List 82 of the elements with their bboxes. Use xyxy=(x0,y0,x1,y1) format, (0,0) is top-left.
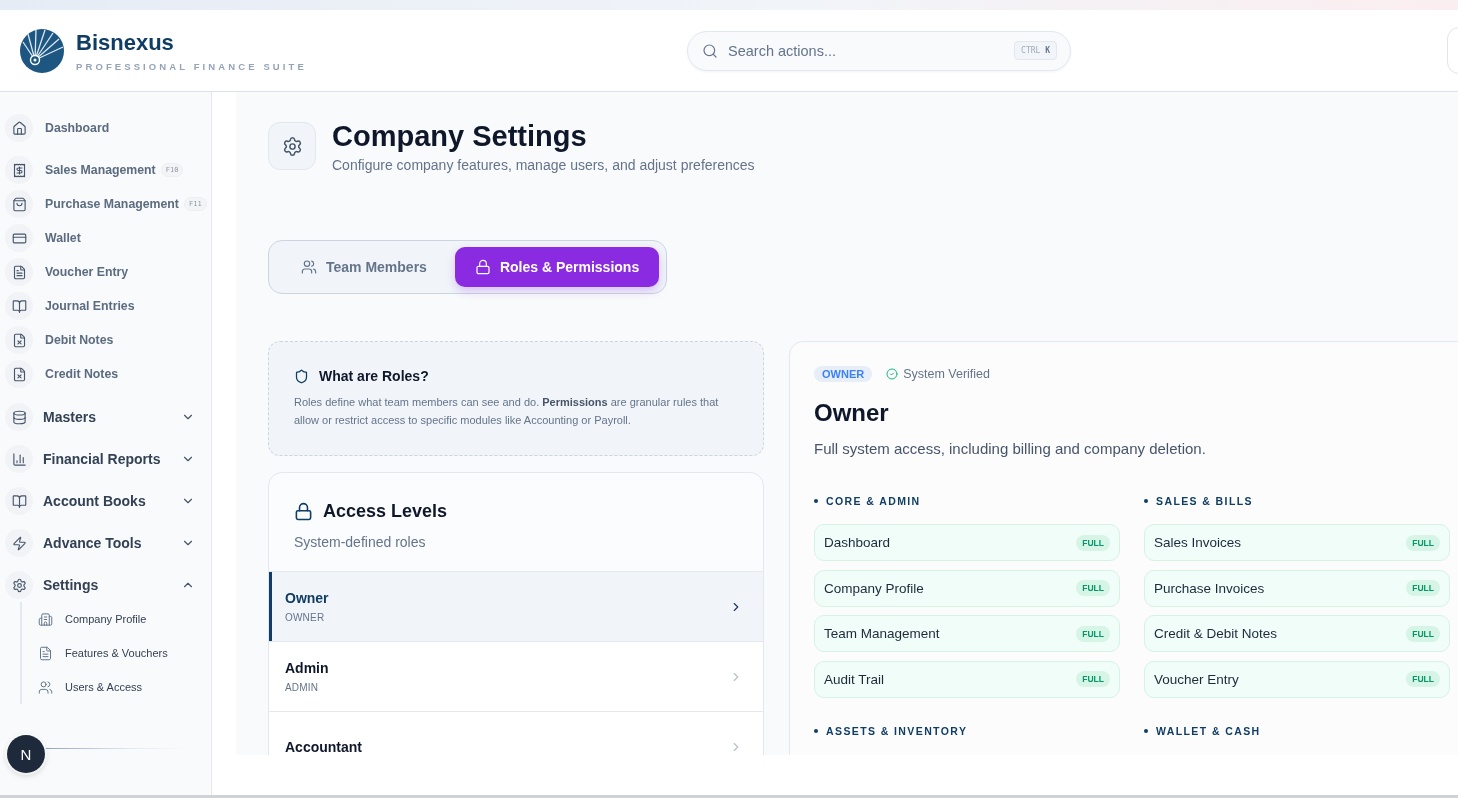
page-title: Company Settings xyxy=(332,119,588,154)
dot-icon xyxy=(1144,499,1148,503)
logo-icon xyxy=(20,28,64,73)
permission-name: Voucher Entry xyxy=(1154,671,1239,687)
receipt-icon xyxy=(5,156,33,184)
database-icon xyxy=(5,403,33,431)
section-title: SALES & BILLS xyxy=(1156,495,1253,507)
file-x-icon xyxy=(5,360,33,388)
sidebar-group[interactable]: Account Books xyxy=(5,480,195,522)
info-title: What are Roles? xyxy=(319,368,429,384)
dot-icon xyxy=(814,728,818,733)
dot-icon xyxy=(1144,728,1148,733)
role-title: Owner xyxy=(814,399,890,427)
shortcut-key: CTRL K xyxy=(1014,41,1057,60)
access-badge: FULL xyxy=(1076,671,1110,687)
lock-icon xyxy=(294,502,313,521)
tab[interactable]: Team Members xyxy=(281,247,447,287)
document-icon xyxy=(38,645,53,661)
check-circle-icon xyxy=(886,368,899,380)
sidebar-group[interactable]: Advance Tools xyxy=(5,522,195,564)
sidebar-link[interactable]: Purchase Management xyxy=(5,190,179,218)
role-badge: OWNER xyxy=(814,366,873,382)
bar-chart-icon xyxy=(5,445,33,473)
dot-icon xyxy=(814,499,818,503)
permission-name: Team Management xyxy=(824,626,940,641)
book-icon xyxy=(5,487,33,515)
sidebar-link[interactable]: Debit Notes xyxy=(5,326,114,354)
section-title: WALLET & CASH xyxy=(1156,724,1261,737)
verified-label: System Verified xyxy=(903,367,990,381)
access-badge: FULL xyxy=(1406,534,1440,551)
access-badge: FULL xyxy=(1406,671,1440,687)
tab[interactable]: Roles & Permissions xyxy=(454,247,660,287)
sidebar-group[interactable]: Financial Reports xyxy=(5,438,195,480)
settings-icon xyxy=(268,122,316,170)
page-subtitle: Configure company features, manage users, and adjust preferences xyxy=(332,157,755,173)
role-description: Full system access, including billing and company deletion. xyxy=(814,440,1207,457)
role-item[interactable]: Owner OWNER xyxy=(269,571,763,641)
card-subtitle: System-defined roles xyxy=(294,534,427,550)
sidebar-link[interactable]: Credit Notes xyxy=(5,360,119,388)
users-icon xyxy=(38,679,53,695)
permission-name: Company Profile xyxy=(824,580,924,596)
sidebar-link[interactable]: Sales Management xyxy=(5,156,156,184)
sidebar-sublink[interactable]: Users & Access xyxy=(38,670,211,704)
section-title: CORE & ADMIN xyxy=(826,495,921,507)
sidebar-link[interactable]: Journal Entries xyxy=(5,292,135,320)
shield-icon xyxy=(294,368,309,384)
permission-name: Sales Invoices xyxy=(1154,535,1242,550)
permission-name: Purchase Invoices xyxy=(1154,580,1265,596)
permission-name: Audit Trail xyxy=(824,671,885,687)
search-input[interactable]: Search actions... xyxy=(728,40,1005,61)
lightning-icon xyxy=(5,529,33,557)
info-text: Roles define what team members can see and do. Permissions are granular rules that allow or restrict access to specific modules like Accounting or Payroll. xyxy=(294,395,720,428)
access-badge: FULL xyxy=(1076,580,1110,596)
search-icon xyxy=(702,42,718,59)
lock-icon xyxy=(474,259,491,275)
sidebar-link[interactable]: Voucher Entry xyxy=(5,258,129,286)
sidebar-link[interactable]: Wallet xyxy=(5,224,81,252)
book-icon xyxy=(5,292,33,320)
permission-name: Credit & Debit Notes xyxy=(1154,626,1278,641)
access-badge: FULL xyxy=(1076,534,1110,551)
shopping-bag-icon xyxy=(5,190,33,218)
role-item[interactable]: Accountant xyxy=(269,711,763,755)
card-title: Access Levels xyxy=(323,501,448,522)
document-icon xyxy=(5,258,33,286)
home-icon xyxy=(5,114,33,142)
role-item[interactable]: Admin ADMIN xyxy=(269,641,763,711)
sidebar-group[interactable]: Masters xyxy=(5,396,195,438)
building-icon xyxy=(38,611,53,627)
file-x-icon xyxy=(5,326,33,354)
brand-tagline: PROFESSIONAL FINANCE SUITE xyxy=(76,60,307,72)
permission-name: Dashboard xyxy=(824,535,891,550)
access-badge: FULL xyxy=(1406,625,1440,642)
settings-icon xyxy=(5,571,33,599)
access-badge: FULL xyxy=(1406,580,1440,596)
section-title: ASSETS & INVENTORY xyxy=(826,724,968,737)
users-icon xyxy=(301,259,317,275)
access-badge: FULL xyxy=(1076,625,1110,642)
sidebar-sublink[interactable]: Features & Vouchers xyxy=(38,636,211,670)
card-icon xyxy=(5,224,33,252)
brand-name: Bisnexus xyxy=(76,29,175,56)
sidebar-link[interactable]: Dashboard xyxy=(5,114,110,142)
search-field[interactable]: Search actions... CTRL K xyxy=(687,30,1071,71)
